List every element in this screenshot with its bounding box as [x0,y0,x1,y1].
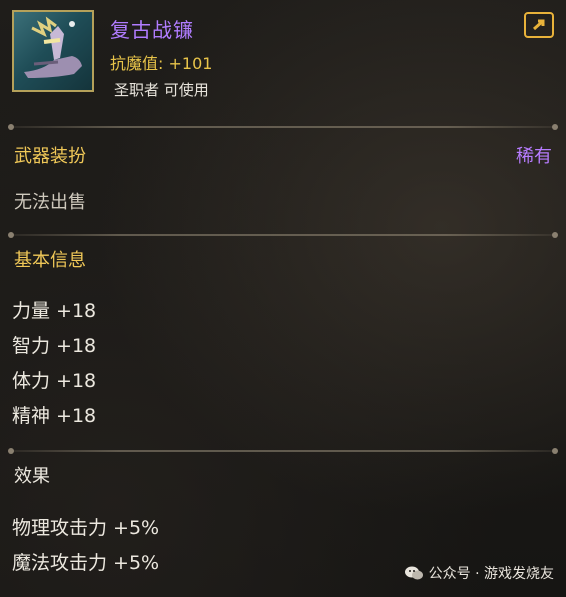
item-header: 复古战镰 抗魔值: +101 圣职者 可使用 [12,10,554,110]
usable-class: 圣职者 可使用 [114,81,209,99]
resist-value: +101 [168,54,213,73]
rarity-label: 稀有 [516,146,552,167]
item-tooltip-panel: 复古战镰 抗魔值: +101 圣职者 可使用 武器装扮 稀有 无法出售 基本信息… [0,0,566,597]
item-name: 复古战镰 [110,18,194,42]
divider [8,448,558,454]
stat-intelligence: 智力 +18 [12,335,97,357]
resist-label: 抗魔值: [110,54,164,73]
effect-magic-attack: 魔法攻击力 +5% [12,552,160,574]
divider [8,232,558,238]
stat-vitality: 体力 +18 [12,370,97,392]
effects-title: 效果 [14,466,50,487]
wechat-icon [404,566,423,580]
stat-spirit: 精神 +18 [12,405,97,427]
share-link-icon [533,19,545,31]
watermark: 公众号 · 游戏发烧友 [404,563,554,583]
basic-info-title: 基本信息 [14,250,86,271]
sell-status: 无法出售 [14,192,86,213]
stat-strength: 力量 +18 [12,300,97,322]
share-link-button[interactable] [524,12,554,38]
effect-physical-attack: 物理攻击力 +5% [12,517,160,539]
watermark-text: 公众号 · 游戏发烧友 [428,566,554,582]
scythe-item-icon [12,10,94,92]
divider [8,124,558,130]
item-type-title: 武器装扮 [14,146,86,167]
resist-stat: 抗魔值: +101 [110,50,212,74]
